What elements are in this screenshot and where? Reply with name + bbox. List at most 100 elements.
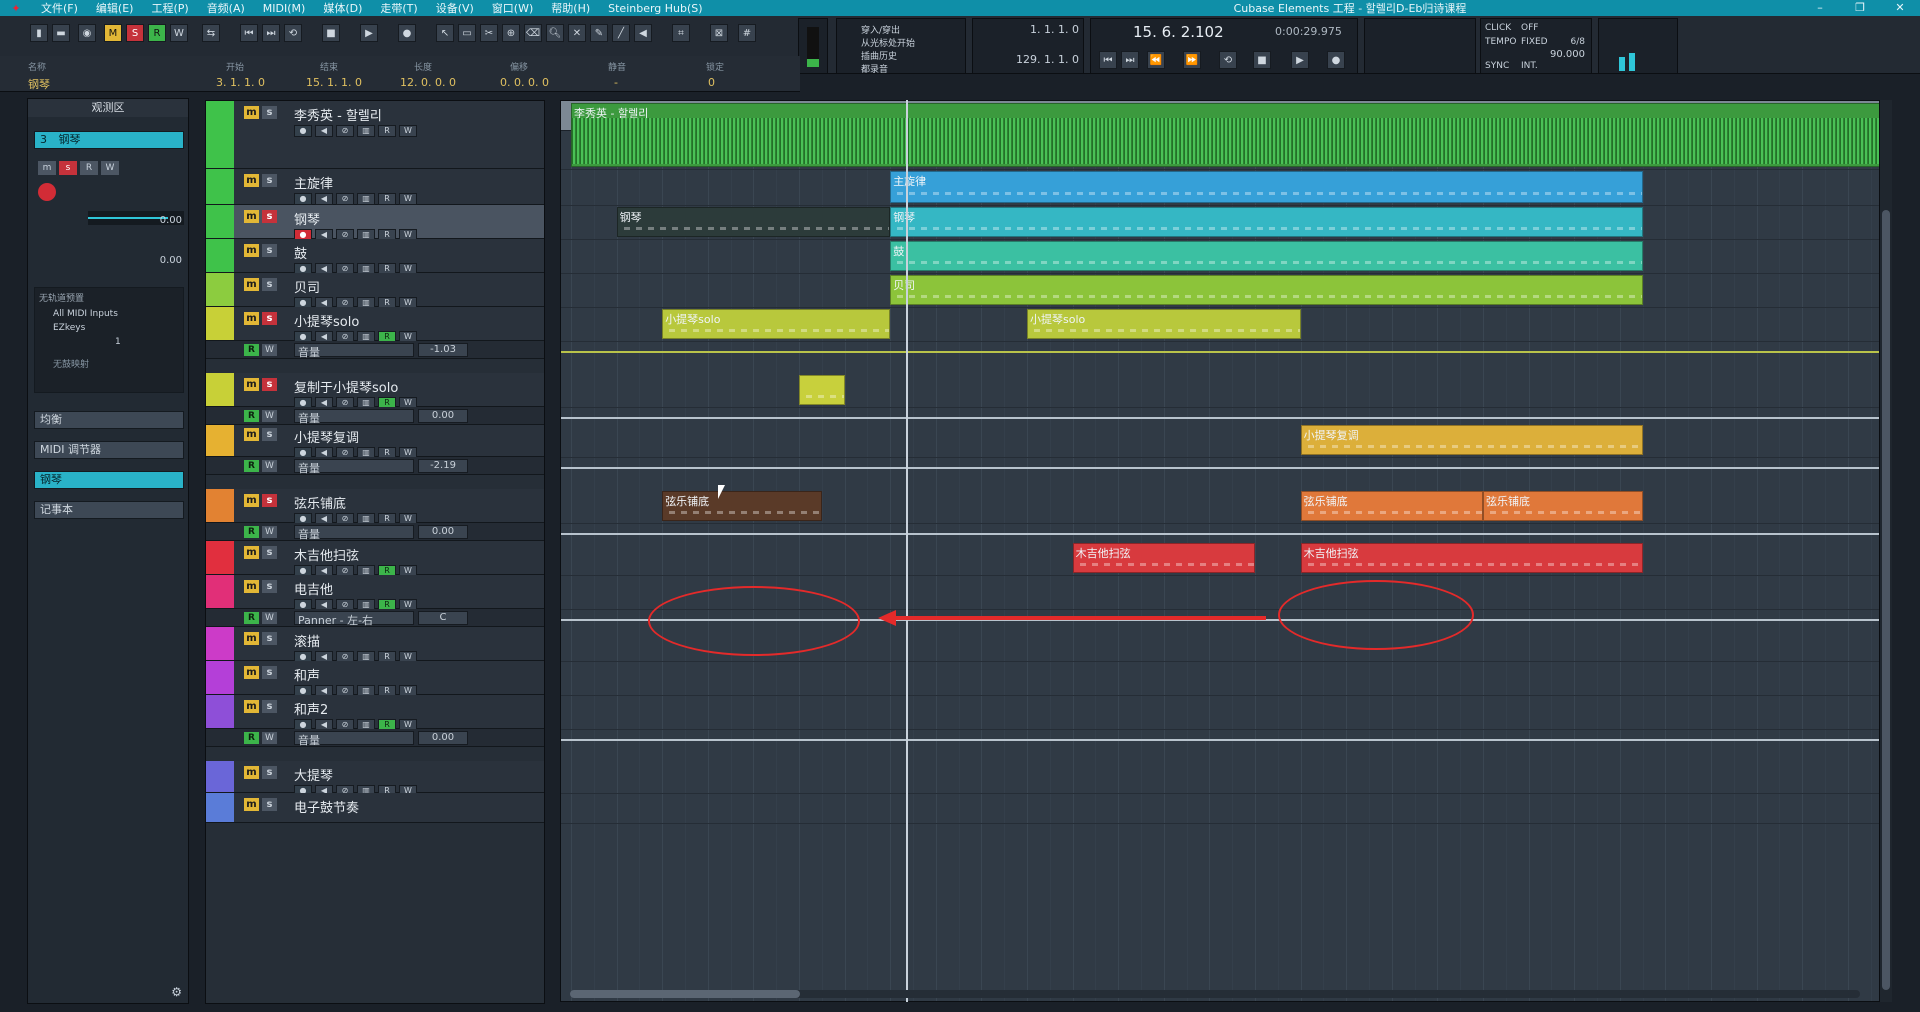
click-toggle[interactable]: OFF — [1521, 23, 1538, 33]
inspector-section-instrument[interactable]: 钢琴 — [34, 471, 184, 489]
track-row[interactable]: m s 主旋律 ● ◀ ⊘ ▥ R W — [206, 169, 544, 205]
lane-value[interactable]: -1.03 — [418, 343, 468, 357]
sync-value[interactable]: INT. — [1521, 61, 1538, 71]
track-name[interactable]: 钢琴 — [294, 209, 320, 228]
lane-read-icon[interactable]: R — [244, 526, 259, 538]
track-solo-button[interactable]: s — [262, 580, 277, 593]
grid-icon[interactable]: # — [738, 24, 756, 42]
edit-icon[interactable]: ▥ — [357, 193, 375, 205]
track-name[interactable]: 弦乐铺底 — [294, 493, 346, 512]
info-start[interactable]: 3. 1. 1. 0 — [216, 76, 265, 89]
track-row[interactable]: m s 小提琴复调 ● ◀ ⊘ ▥ R W — [206, 423, 544, 459]
mute-tool-icon[interactable]: ✕ — [568, 24, 586, 42]
edit-icon[interactable]: ▥ — [357, 125, 375, 137]
record-enable-icon[interactable]: ● — [294, 193, 312, 205]
track-name[interactable]: 李秀英 - 할렐리 — [294, 105, 382, 124]
horizontal-scrollbar[interactable] — [570, 990, 1860, 998]
lane-parameter[interactable]: 音量 — [294, 459, 414, 475]
solo-mode-button[interactable]: S — [126, 24, 144, 42]
tempo-value[interactable]: 90.000 — [1550, 49, 1585, 60]
speaker-tool-icon[interactable]: ◀ — [634, 24, 652, 42]
track-row[interactable]: m s 鼓 ● ◀ ⊘ ▥ R W — [206, 239, 544, 275]
track-color-strip[interactable] — [206, 541, 234, 574]
track-color-strip[interactable] — [206, 205, 234, 238]
lane-value[interactable]: 0.00 — [418, 409, 468, 423]
lane-write-icon[interactable]: W — [262, 612, 277, 624]
track-mute-button[interactable]: m — [244, 244, 259, 257]
track-name[interactable]: 大提琴 — [294, 765, 333, 784]
lane-read-icon[interactable]: R — [244, 460, 259, 472]
track-mute-button[interactable]: m — [244, 312, 259, 325]
track-color-strip[interactable] — [206, 627, 234, 660]
track-mute-button[interactable]: m — [244, 494, 259, 507]
menu-window[interactable]: 窗口(W) — [483, 0, 542, 16]
track-row[interactable]: m s 钢琴 ● ◀ ⊘ ▥ R W — [206, 205, 544, 241]
track-row[interactable]: m s 贝司 ● ◀ ⊘ ▥ R W — [206, 273, 544, 309]
inspector-section-notepad[interactable]: 记事本 — [34, 501, 184, 519]
line-tool-icon[interactable]: ╱ — [612, 24, 630, 42]
track-solo-button[interactable]: s — [262, 700, 277, 713]
menu-hub[interactable]: Steinberg Hub(S) — [599, 2, 711, 15]
track-color-strip[interactable] — [206, 273, 234, 306]
bypass-icon[interactable]: ⊘ — [336, 125, 354, 137]
automation-lane[interactable]: R W 音量 0.00 — [206, 523, 544, 541]
menu-audio[interactable]: 音频(A) — [198, 0, 254, 16]
track-mute-button[interactable]: m — [244, 798, 259, 811]
read-mode-button[interactable]: R — [148, 24, 166, 42]
draw-tool-icon[interactable]: ✎ — [590, 24, 608, 42]
track-row[interactable]: m s 大提琴 ● ◀ ⊘ ▥ R W — [206, 761, 544, 797]
select-tool-icon[interactable]: ↖ — [436, 24, 454, 42]
track-name[interactable]: 电子鼓节奏 — [294, 797, 359, 816]
info-mute[interactable]: - — [614, 76, 618, 89]
track-row[interactable]: m s 复制于小提琴solo ● ◀ ⊘ ▥ R W — [206, 373, 544, 409]
track-name[interactable]: 滚描 — [294, 631, 320, 650]
transport-time[interactable]: 0:00:29.975 — [1275, 25, 1342, 38]
write-automation-icon[interactable]: W — [399, 125, 417, 137]
event-part[interactable]: 小提琴solo — [1027, 309, 1301, 339]
right-locator[interactable]: 129. 1. 1. 0 — [1016, 53, 1079, 66]
track-color-strip[interactable] — [206, 761, 234, 792]
automation-lane[interactable]: R W 音量 -2.19 — [206, 457, 544, 475]
lane-parameter[interactable]: 音量 — [294, 409, 414, 425]
track-row[interactable]: m s 电吉他 ● ◀ ⊘ ▥ R W — [206, 575, 544, 611]
routing-output[interactable]: EZkeys — [35, 321, 183, 335]
toggle-infoline-icon[interactable]: ▬ — [52, 24, 70, 42]
track-mute-button[interactable]: m — [244, 632, 259, 645]
track-solo-button[interactable]: s — [262, 210, 277, 223]
lane-write-icon[interactable]: W — [262, 344, 277, 356]
play-icon[interactable]: ▶ — [360, 24, 378, 42]
lane-value[interactable]: 0.00 — [418, 525, 468, 539]
lane-read-icon[interactable]: R — [244, 410, 259, 422]
stop-icon[interactable]: ■ — [322, 24, 340, 42]
track-color-strip[interactable] — [206, 661, 234, 694]
track-mute-button[interactable]: m — [244, 766, 259, 779]
lane-parameter[interactable]: Panner - 左-右 — [294, 611, 414, 627]
inspector-read-icon[interactable]: R — [80, 161, 98, 175]
track-name[interactable]: 小提琴复调 — [294, 427, 359, 446]
event-part[interactable]: 钢琴 — [616, 207, 891, 237]
quantize-icon[interactable]: ⊠ — [710, 24, 728, 42]
bypass-icon[interactable]: ⊘ — [336, 193, 354, 205]
lane-parameter[interactable]: 音量 — [294, 731, 414, 747]
automation-lane[interactable]: R W 音量 0.00 — [206, 407, 544, 425]
transport-play-icon[interactable]: ▶ — [1291, 51, 1309, 69]
toggle-inspector-icon[interactable]: ▮ — [30, 24, 48, 42]
track-mute-button[interactable]: m — [244, 580, 259, 593]
write-mode-button[interactable]: W — [170, 24, 188, 42]
inspector-settings-icon[interactable]: ⚙ — [171, 985, 182, 999]
event-part[interactable]: 鼓 — [890, 241, 1643, 271]
track-mute-button[interactable]: m — [244, 666, 259, 679]
track-mute-button[interactable]: m — [244, 700, 259, 713]
menu-file[interactable]: 文件(F) — [32, 0, 87, 16]
track-solo-button[interactable]: s — [262, 378, 277, 391]
routing-preset[interactable]: 无轨道预置 — [35, 288, 183, 307]
inspector-record-icon[interactable] — [38, 183, 56, 201]
inspector-write-icon[interactable]: W — [101, 161, 119, 175]
track-solo-button[interactable]: s — [262, 798, 277, 811]
inspector-solo-icon[interactable]: s — [59, 161, 77, 175]
close-icon[interactable]: ✕ — [1880, 0, 1920, 16]
track-row[interactable]: m s 弦乐铺底 ● ◀ ⊘ ▥ R W — [206, 489, 544, 525]
menu-midi[interactable]: MIDI(M) — [254, 2, 315, 15]
transport-position[interactable]: 15. 6. 2.102 — [1133, 23, 1224, 41]
track-row[interactable]: m s 电子鼓节奏 — [206, 793, 544, 823]
